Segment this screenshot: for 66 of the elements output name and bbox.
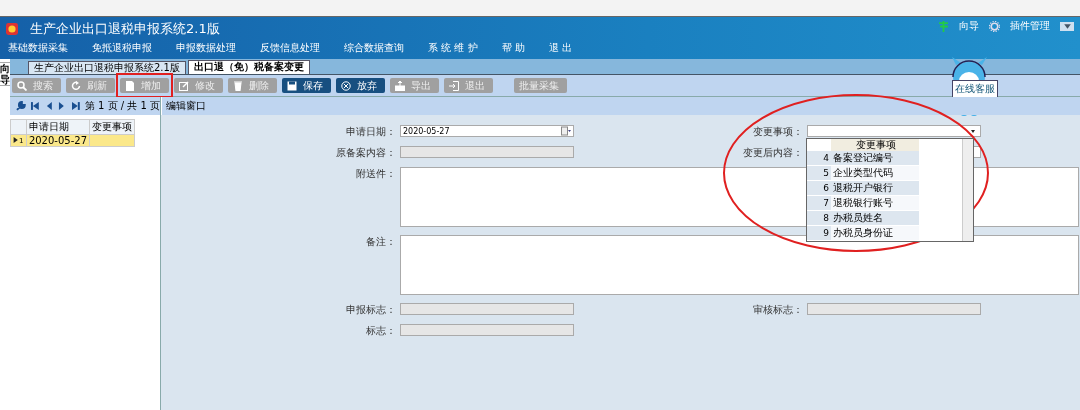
last-page-icon[interactable] [71, 101, 81, 111]
list-option[interactable]: 企业类型代码 [831, 166, 919, 180]
tray-icon [395, 80, 405, 91]
menu-item[interactable]: 申报数据处理 [176, 41, 236, 55]
wrench-icon[interactable] [16, 101, 26, 111]
tab[interactable]: 出口退（免）税备案变更 [187, 60, 310, 74]
page-indicator: 第 1 页 / 共 1 页 [84, 99, 160, 113]
circle-x-icon [341, 80, 351, 91]
field-label: 审核标志： [752, 303, 803, 316]
row-number: 8 [807, 211, 831, 225]
floppy-icon [287, 80, 297, 91]
panel-title: 编辑窗口 [161, 97, 1080, 115]
field-label: 原备案内容： [335, 146, 396, 159]
field-label: 申请日期： [345, 125, 396, 138]
field-label: 附送件： [355, 167, 396, 181]
chat-badge[interactable]: 在线客服 [952, 80, 998, 98]
menu-item[interactable]: 退 出 [548, 41, 572, 55]
input-field[interactable] [400, 303, 574, 315]
header-link[interactable]: 插件管理 [1010, 19, 1050, 33]
row-number: 4 [807, 151, 831, 165]
column-header[interactable]: 变更事项 [89, 119, 135, 135]
field-label: 申报标志： [345, 303, 396, 316]
menu-item[interactable]: 综合数据查询 [344, 41, 404, 55]
field-label: 标志： [365, 324, 396, 337]
toolbar-button[interactable]: 放弃 [336, 78, 385, 93]
search-icon [17, 80, 27, 91]
window-title: 生产企业出口退税申报系统2.1版 [30, 20, 220, 38]
refresh-icon [71, 80, 81, 91]
document-icon [125, 80, 135, 91]
menu-item[interactable]: 帮 助 [501, 41, 525, 55]
list-option[interactable]: 退税开户银行 [831, 181, 919, 195]
header-link[interactable]: 向导 [959, 19, 979, 33]
row-number: 7 [807, 196, 831, 210]
row-number: 6 [807, 181, 831, 195]
edit-icon [179, 80, 189, 91]
menu-item[interactable]: 基础数据采集 [8, 41, 68, 55]
menu-item[interactable]: 反馈信息处理 [260, 41, 320, 55]
field-label: 备注： [365, 235, 396, 249]
toolbar-button[interactable]: 保存 [282, 78, 331, 93]
menu-item[interactable]: 系 统 维 护 [428, 41, 478, 55]
gear-icon [989, 20, 1000, 32]
input-field[interactable] [400, 324, 574, 336]
input-field[interactable] [807, 303, 981, 315]
date-field[interactable]: 2020-05-27 [400, 125, 574, 137]
column-header[interactable]: 申请日期 [26, 119, 90, 135]
row-number: 5 [807, 166, 831, 180]
row-number: 9 [807, 226, 831, 240]
field-label: 变更后内容： [742, 146, 803, 159]
list-option[interactable]: 备案登记编号 [831, 151, 919, 165]
calendar-icon [561, 126, 571, 136]
first-page-icon[interactable] [29, 101, 40, 111]
app-logo-icon [6, 23, 18, 35]
tab[interactable]: 生产企业出口退税申报系统2.1版 [28, 61, 186, 74]
list-option[interactable]: 办税员姓名 [831, 211, 919, 225]
field-label: 变更事项： [752, 125, 803, 138]
trash-icon [233, 80, 243, 91]
dropdown-field[interactable] [807, 125, 981, 137]
dropdown-button[interactable] [1060, 21, 1074, 31]
list-option[interactable]: 办税员身份证 [831, 226, 919, 240]
input-field[interactable] [400, 146, 574, 158]
exit-icon [449, 80, 459, 91]
column-header: 变更事项 [831, 139, 919, 151]
list-option[interactable]: 退税银行账号 [831, 196, 919, 210]
signpost-icon [938, 20, 949, 32]
menu-item[interactable]: 免抵退税申报 [92, 41, 152, 55]
scrollbar[interactable] [962, 139, 973, 241]
